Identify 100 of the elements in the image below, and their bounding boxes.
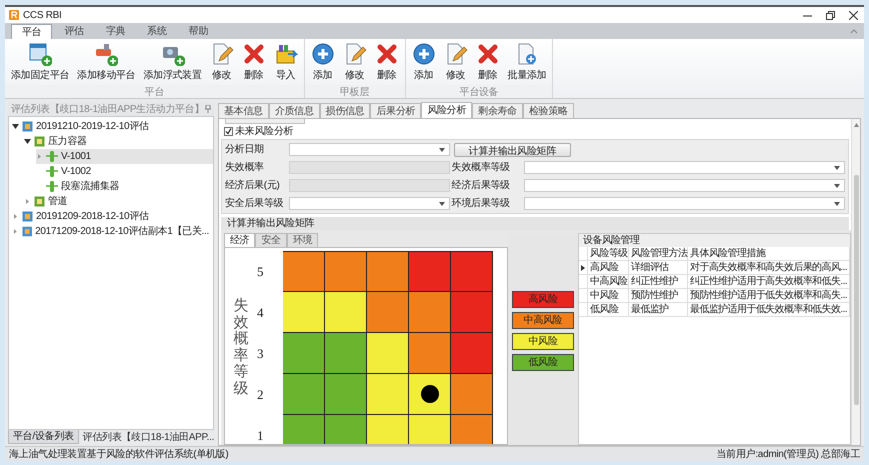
tree-item[interactable]: 20191210-2019-12-10评估 bbox=[12, 119, 213, 134]
table-cell: 对于高失效概率和高失效后果的高风... bbox=[688, 261, 850, 275]
legend-item: 低风险 bbox=[512, 354, 574, 371]
panel-header: 评估列表【歧口18-1油田APP生活动力平台】 bbox=[8, 102, 214, 116]
ribbon-button[interactable]: 删除 bbox=[370, 42, 403, 83]
vehicle-add-icon bbox=[94, 42, 118, 66]
table-cell: 低风险 bbox=[588, 303, 629, 317]
ribbon-button[interactable]: 添加浮式装置 bbox=[139, 42, 206, 83]
ribbon-button[interactable]: 导入 bbox=[270, 42, 302, 83]
matrix-tab[interactable]: 环境 bbox=[286, 233, 318, 247]
checkbox[interactable] bbox=[224, 127, 233, 136]
detail-tab[interactable]: 剩余寿命 bbox=[472, 103, 523, 118]
detail-tab[interactable]: 风险分析 bbox=[421, 102, 472, 118]
delete-icon bbox=[476, 42, 500, 66]
dropdown-caret-icon[interactable] bbox=[438, 202, 445, 206]
tree-item[interactable]: V-1002 bbox=[36, 164, 213, 179]
ribbon-button[interactable]: 删除 bbox=[472, 42, 504, 83]
table-title: 设备风险管理 bbox=[579, 234, 850, 247]
menu-tab[interactable]: 字典 bbox=[96, 24, 136, 39]
box-icon bbox=[274, 42, 298, 66]
dropdown-field[interactable] bbox=[524, 161, 845, 174]
add-icon bbox=[310, 42, 335, 66]
pin-icon[interactable] bbox=[205, 105, 211, 113]
dropdown-caret-icon[interactable] bbox=[438, 148, 445, 152]
user-info: 当前用户:admin(管理员) 总部海工 bbox=[716, 448, 860, 462]
tree-item[interactable]: V-1001 bbox=[36, 149, 213, 164]
panel-tab[interactable]: 平台/设备列表 bbox=[8, 430, 79, 444]
scrollbar[interactable] bbox=[851, 119, 860, 445]
detail-tab[interactable]: 检验策略 bbox=[522, 103, 574, 118]
app-logo-icon bbox=[9, 10, 19, 20]
folder-icon bbox=[22, 226, 32, 237]
field-label: 分析日期 bbox=[225, 142, 265, 157]
column-header: 具体风险管理措施 bbox=[688, 247, 850, 261]
legend-item: 中风险 bbox=[512, 333, 574, 350]
ribbon-button[interactable]: 添加 bbox=[306, 42, 339, 83]
ribbon-button[interactable]: 添加移动平台 bbox=[73, 42, 140, 83]
close-icon[interactable] bbox=[849, 10, 858, 20]
scroll-up-icon[interactable] bbox=[854, 123, 858, 127]
ribbon-button[interactable]: 删除 bbox=[238, 42, 270, 83]
menu-tab[interactable]: 帮助 bbox=[178, 24, 218, 39]
ribbon-button[interactable]: 修改 bbox=[206, 42, 238, 83]
dropdown-field[interactable] bbox=[524, 197, 845, 210]
expand-arrow-icon[interactable] bbox=[36, 153, 43, 160]
delete-icon bbox=[242, 42, 266, 66]
dropdown-caret-icon[interactable] bbox=[834, 166, 840, 170]
calculate-button[interactable]: 计算并输出风险矩阵 bbox=[454, 142, 571, 156]
dropdown-caret-icon[interactable] bbox=[834, 184, 840, 188]
vessel-icon bbox=[46, 181, 58, 192]
detail-tab[interactable]: 介质信息 bbox=[268, 103, 320, 118]
table-cell: 纠正性维护 bbox=[629, 275, 688, 289]
expand-arrow-icon[interactable] bbox=[24, 198, 31, 205]
collapse-ribbon-icon[interactable] bbox=[850, 28, 858, 34]
matrix-tab[interactable]: 经济 bbox=[224, 233, 256, 247]
restore-icon[interactable] bbox=[826, 10, 835, 20]
detail-tab[interactable]: 损伤信息 bbox=[320, 103, 370, 118]
delete-icon bbox=[374, 42, 399, 66]
collapse-arrow-icon[interactable] bbox=[24, 138, 31, 145]
detail-tab[interactable]: 后果分析 bbox=[370, 103, 422, 118]
folder-icon bbox=[34, 196, 45, 207]
expand-arrow-icon[interactable] bbox=[12, 228, 19, 235]
ribbon-button[interactable]: 添加 bbox=[408, 42, 440, 83]
row-number: 2 bbox=[257, 386, 264, 404]
table-cell: 纠正性维护适用于高失效概率和低失... bbox=[688, 275, 850, 289]
menu-tab[interactable]: 平台 bbox=[11, 24, 52, 39]
row-number: 1 bbox=[257, 426, 264, 444]
panel-tab[interactable]: 评估列表【歧口18-1油田APP... bbox=[78, 430, 218, 444]
vessel-icon bbox=[46, 151, 58, 162]
table-cell: 详细评估 bbox=[629, 261, 688, 275]
menu-tab[interactable]: 评估 bbox=[54, 24, 94, 39]
row-number: 4 bbox=[257, 304, 264, 322]
row-pointer-icon bbox=[581, 264, 585, 270]
table-cell: 中高风险 bbox=[588, 275, 629, 289]
tree-item[interactable]: 段塞流捕集器 bbox=[36, 179, 213, 194]
table-cell: 预防性维护适用于低失效概率和高失... bbox=[688, 289, 850, 303]
row-indicator[interactable] bbox=[579, 261, 588, 275]
tree-item[interactable]: 压力容器 bbox=[24, 134, 213, 149]
dropdown-caret-icon[interactable] bbox=[834, 202, 840, 206]
tree-item[interactable]: 20171209-2018-12-10评估副本1【已关... bbox=[12, 224, 213, 239]
window-add-icon bbox=[28, 42, 52, 66]
menu-tab[interactable]: 系统 bbox=[137, 24, 177, 39]
dropdown-field[interactable] bbox=[524, 179, 845, 192]
matrix-tab[interactable]: 安全 bbox=[255, 233, 287, 247]
field-label: 失效概率等级 bbox=[452, 160, 511, 175]
field-label: 安全后果等级 bbox=[225, 196, 284, 211]
field-label: 经济后果(元) bbox=[225, 178, 281, 193]
collapse-arrow-icon[interactable] bbox=[12, 123, 19, 130]
tree-item[interactable]: 管道 bbox=[24, 194, 213, 209]
ribbon-button[interactable]: 修改 bbox=[338, 42, 371, 83]
table-cell: 中风险 bbox=[588, 289, 629, 303]
table-cell: 最低监护 bbox=[629, 303, 688, 317]
folder-icon bbox=[22, 121, 33, 132]
row-number: 5 bbox=[257, 262, 264, 281]
detail-tab[interactable]: 基本信息 bbox=[218, 103, 269, 118]
folder-icon bbox=[22, 211, 33, 222]
ribbon-button[interactable]: 修改 bbox=[440, 42, 472, 83]
tree-item[interactable]: 20191209-2018-12-10评估 bbox=[12, 209, 213, 224]
ribbon-button[interactable]: 批量添加 bbox=[504, 42, 550, 83]
dropdown-field[interactable] bbox=[289, 197, 450, 210]
expand-arrow-icon[interactable] bbox=[12, 213, 19, 220]
ribbon-button[interactable]: 添加固定平台 bbox=[7, 42, 74, 83]
